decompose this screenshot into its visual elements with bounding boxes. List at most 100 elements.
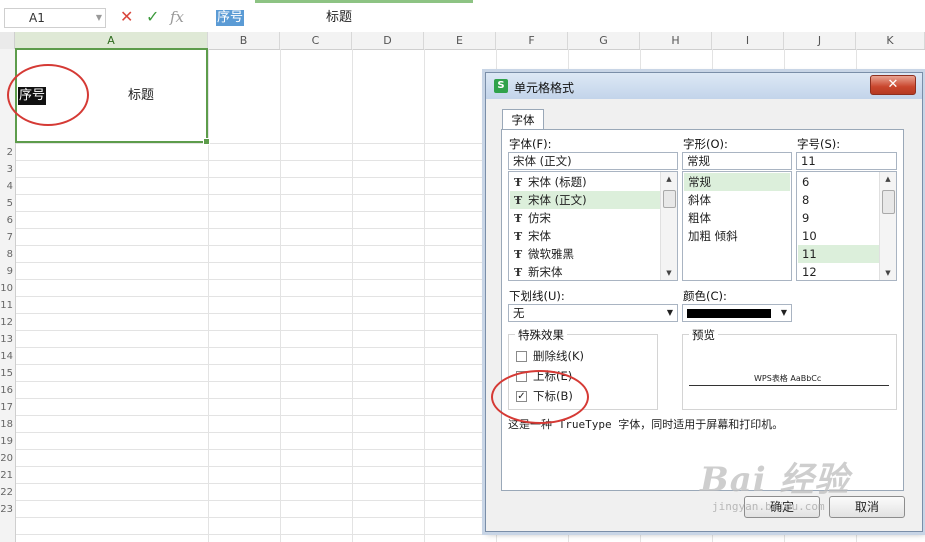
- formula-selected-text: 序号: [216, 10, 245, 26]
- color-swatch: [687, 309, 771, 318]
- row-header-16[interactable]: 16: [0, 382, 15, 399]
- row-header-8[interactable]: 8: [0, 246, 15, 263]
- row-header-15[interactable]: 15: [0, 365, 15, 382]
- scroll-thumb[interactable]: [882, 190, 895, 214]
- confirm-edit-icon[interactable]: ✓: [146, 8, 159, 26]
- cell-a1-text: 标题: [128, 88, 155, 103]
- row-header-6[interactable]: 6: [0, 212, 15, 229]
- row-header-22[interactable]: 22: [0, 484, 15, 501]
- row-header-18[interactable]: 18: [0, 416, 15, 433]
- row-header-11[interactable]: 11: [0, 297, 15, 314]
- row-header-5[interactable]: 5: [0, 195, 15, 212]
- formula-input[interactable]: 序号 标题: [206, 7, 925, 29]
- row-header-7[interactable]: 7: [0, 229, 15, 246]
- list-item[interactable]: 6: [798, 173, 880, 191]
- truetype-icon: Ŧ: [514, 212, 523, 225]
- column-header-b[interactable]: B: [208, 32, 280, 49]
- scroll-up-icon[interactable]: ▲: [661, 172, 677, 186]
- row-header-23[interactable]: 23: [0, 501, 15, 518]
- font-size-input[interactable]: 11: [796, 152, 897, 170]
- list-item[interactable]: 加粗 倾斜: [684, 227, 790, 245]
- chevron-down-icon[interactable]: ▼: [96, 9, 102, 27]
- list-item[interactable]: 12: [798, 263, 880, 280]
- list-item[interactable]: 9: [798, 209, 880, 227]
- row-header: 2 3 4 5 6 7 8 9 10 11 12 13 14 15 16 17 …: [0, 49, 16, 542]
- list-item[interactable]: 斜体: [684, 191, 790, 209]
- row-header-12[interactable]: 12: [0, 314, 15, 331]
- close-button[interactable]: ✕: [870, 75, 916, 95]
- chevron-down-icon[interactable]: ▼: [781, 305, 787, 321]
- column-header-i[interactable]: I: [712, 32, 784, 49]
- column-header-a[interactable]: A: [15, 32, 208, 49]
- baidu-watermark-url: jingyan.baidu.com: [712, 500, 825, 513]
- column-header-j[interactable]: J: [784, 32, 856, 49]
- name-box[interactable]: A1 ▼: [4, 8, 106, 28]
- truetype-icon: Ŧ: [514, 194, 523, 207]
- column-header-h[interactable]: H: [640, 32, 712, 49]
- row-header-20[interactable]: 20: [0, 450, 15, 467]
- list-item[interactable]: 粗体: [684, 209, 790, 227]
- insert-function-icon[interactable]: fx: [170, 8, 184, 26]
- row-header-17[interactable]: 17: [0, 399, 15, 416]
- scroll-down-icon[interactable]: ▼: [880, 266, 896, 280]
- font-name-input[interactable]: 宋体 (正文): [508, 152, 678, 170]
- list-item[interactable]: Ŧ 微软雅黑: [510, 245, 662, 263]
- list-item[interactable]: Ŧ 仿宋: [510, 209, 662, 227]
- color-select[interactable]: ▼: [682, 304, 792, 322]
- style-label: 字形(O):: [683, 137, 728, 151]
- row-header-3[interactable]: 3: [0, 161, 15, 178]
- column-header-k[interactable]: K: [856, 32, 925, 49]
- size-list-scrollbar[interactable]: ▲ ▼: [879, 172, 896, 280]
- row-header-19[interactable]: 19: [0, 433, 15, 450]
- preview-group: 预览 WPS表格 AaBbCc: [682, 327, 897, 410]
- font-name-list[interactable]: Ŧ 宋体 (标题) Ŧ 宋体 (正文) Ŧ 仿宋 Ŧ 宋体 Ŧ 微软雅黑 Ŧ 新宋体 ▲ ▼: [508, 171, 678, 281]
- underline-select[interactable]: 无 ▼: [508, 304, 678, 322]
- list-item[interactable]: Ŧ 宋体: [510, 227, 662, 245]
- dialog-titlebar[interactable]: S 单元格格式 ✕: [486, 73, 922, 99]
- cancel-edit-icon[interactable]: ✕: [120, 8, 133, 26]
- fill-handle[interactable]: [203, 138, 210, 145]
- truetype-icon: Ŧ: [514, 248, 523, 261]
- row-header-2[interactable]: 2: [0, 144, 15, 161]
- column-header-g[interactable]: G: [568, 32, 640, 49]
- wps-app-icon: S: [494, 79, 508, 93]
- scroll-up-icon[interactable]: ▲: [880, 172, 896, 186]
- font-tab-panel: 字体(F): 宋体 (正文) Ŧ 宋体 (标题) Ŧ 宋体 (正文) Ŧ 仿宋 Ŧ 宋体…: [501, 129, 904, 491]
- preview-text: WPS表格 AaBbCc: [751, 373, 825, 384]
- column-header-f[interactable]: F: [496, 32, 568, 49]
- list-item[interactable]: 10: [798, 227, 880, 245]
- font-style-input[interactable]: 常规: [682, 152, 792, 170]
- column-header-e[interactable]: E: [424, 32, 496, 49]
- row-header-4[interactable]: 4: [0, 178, 15, 195]
- scroll-thumb[interactable]: [663, 190, 676, 208]
- select-all-corner[interactable]: [0, 32, 15, 49]
- color-label: 颜色(C):: [683, 289, 727, 303]
- list-item[interactable]: Ŧ 宋体 (标题): [510, 173, 662, 191]
- row-header-14[interactable]: 14: [0, 348, 15, 365]
- underline-value: 无: [513, 306, 525, 320]
- column-header-d[interactable]: D: [352, 32, 424, 49]
- font-style-list[interactable]: 常规 斜体 粗体 加粗 倾斜: [682, 171, 792, 281]
- formula-rest-text: 标题: [326, 10, 353, 25]
- annotation-circle: [7, 64, 89, 126]
- row-header-13[interactable]: 13: [0, 331, 15, 348]
- row-header-9[interactable]: 9: [0, 263, 15, 280]
- list-item[interactable]: Ŧ 新宋体: [510, 263, 662, 280]
- size-label: 字号(S):: [797, 137, 841, 151]
- row-header-10[interactable]: 10: [0, 280, 15, 297]
- row-header-21[interactable]: 21: [0, 467, 15, 484]
- column-header-c[interactable]: C: [280, 32, 352, 49]
- underline-label: 下划线(U):: [509, 289, 565, 303]
- tab-font[interactable]: 字体: [502, 109, 544, 130]
- scroll-down-icon[interactable]: ▼: [661, 266, 677, 280]
- chevron-down-icon[interactable]: ▼: [667, 305, 673, 321]
- font-size-list[interactable]: 6 8 9 10 11 12 ▲ ▼: [796, 171, 897, 281]
- list-item[interactable]: 常规: [684, 173, 790, 191]
- strikethrough-checkbox[interactable]: [516, 351, 527, 362]
- list-item[interactable]: 8: [798, 191, 880, 209]
- baidu-watermark: Bai 经验: [700, 460, 850, 500]
- list-item[interactable]: 11: [798, 245, 880, 263]
- list-item[interactable]: Ŧ 宋体 (正文): [510, 191, 662, 209]
- effects-label: 特殊效果: [515, 327, 567, 343]
- font-list-scrollbar[interactable]: ▲ ▼: [660, 172, 677, 280]
